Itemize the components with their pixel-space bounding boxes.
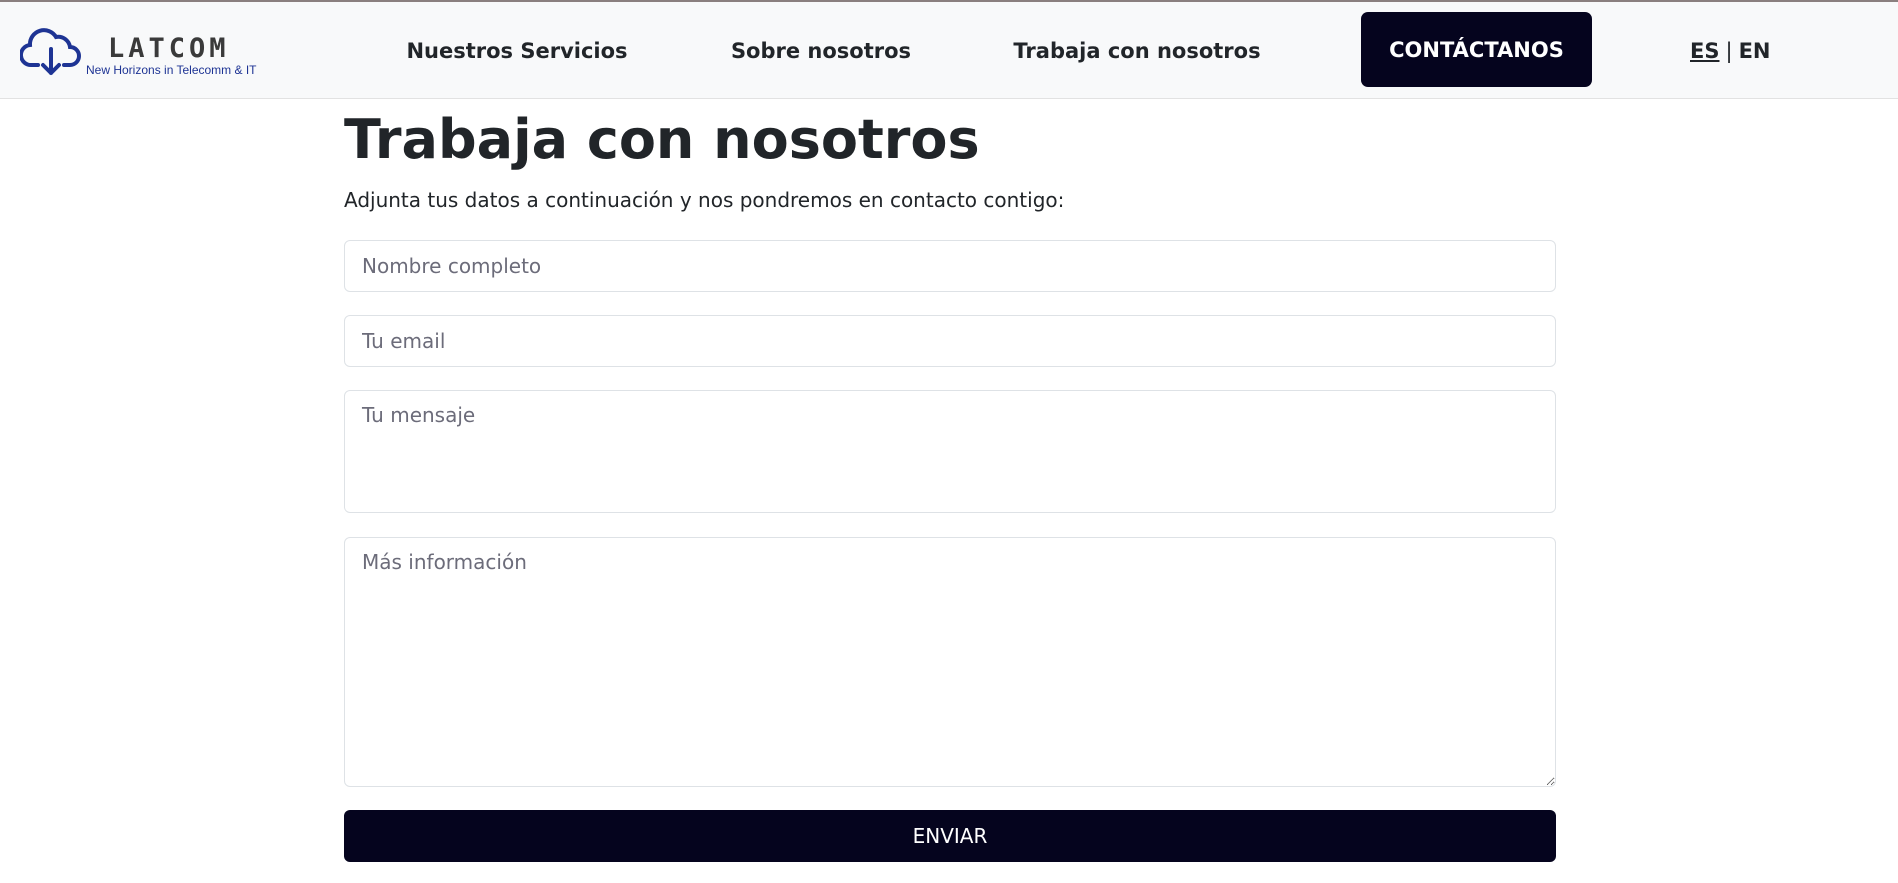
language-switcher: ES | EN [1690,2,1770,99]
contact-button[interactable]: CONTÁCTANOS [1361,12,1592,87]
nav-sobre-nosotros[interactable]: Sobre nosotros [731,2,911,99]
lang-es[interactable]: ES [1690,39,1719,63]
lang-separator: | [1725,38,1733,63]
lang-en[interactable]: EN [1739,39,1771,63]
page-subtitle: Adjunta tus datos a continuación y nos p… [344,188,1065,212]
brand-name: LATCOM [108,33,230,64]
nav-trabaja-con-nosotros[interactable]: Trabaja con nosotros [1013,2,1260,99]
page-title: Trabaja con nosotros [344,108,980,171]
email-input[interactable] [344,315,1556,367]
submit-button[interactable]: ENVIAR [344,810,1556,862]
name-input[interactable] [344,240,1556,292]
more-info-textarea[interactable] [344,537,1556,787]
cloud-download-icon [20,28,81,75]
logo[interactable]: LATCOM New Horizons in Telecomm & IT [20,27,270,77]
message-textarea[interactable] [344,390,1556,513]
nav-nuestros-servicios[interactable]: Nuestros Servicios [406,2,627,99]
header: LATCOM New Horizons in Telecomm & IT Nue… [0,2,1898,99]
brand-tagline: New Horizons in Telecomm & IT [86,63,257,77]
